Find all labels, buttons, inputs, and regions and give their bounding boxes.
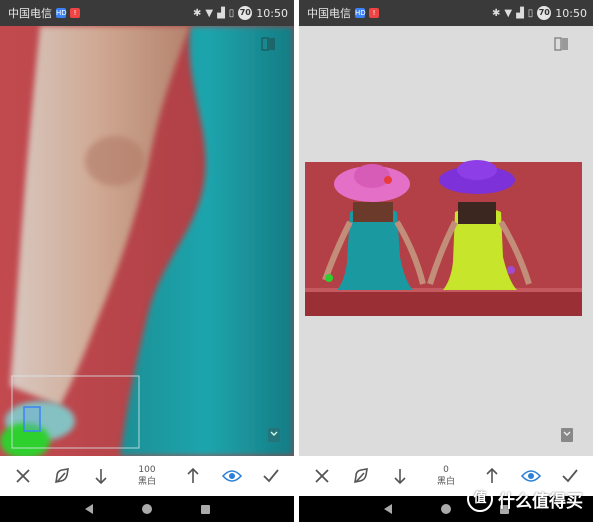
check-icon [562, 469, 578, 483]
toggle-mask-button[interactable] [219, 463, 245, 489]
carrier-label: 中国电信 [8, 7, 52, 20]
brush-button[interactable] [348, 463, 374, 489]
arrow-down-icon [394, 469, 406, 484]
home-icon[interactable] [440, 504, 451, 514]
recents-icon[interactable] [200, 504, 210, 514]
clock: 10:50 [555, 6, 587, 20]
bookmark-icon [268, 428, 280, 442]
battery-icon: 70 [238, 6, 253, 20]
wifi-icon: ▼ [504, 7, 513, 19]
brush-value-display: 100 黑白 [127, 464, 167, 488]
carrier-label: 中国电信 [307, 7, 351, 20]
watermark-logo: 值 [467, 486, 493, 512]
brush-button[interactable] [49, 463, 75, 489]
decrease-button[interactable] [88, 463, 114, 489]
image-viewer-full[interactable] [299, 26, 593, 456]
image-viewer-zoomed[interactable] [0, 26, 294, 456]
battery-icon: 70 [537, 6, 552, 20]
close-icon [315, 469, 329, 483]
hd-icon: HD [56, 8, 67, 18]
check-icon [263, 469, 279, 483]
increase-button[interactable] [180, 463, 206, 489]
status-bar: 中国电信 HD ! ✱ ▼ ▟ ▯ 70 10:50 [0, 0, 294, 26]
arrow-up-icon [486, 468, 498, 483]
brush-value-display: 0 黑白 [426, 464, 466, 488]
bookmark-icon [561, 428, 573, 442]
bluetooth-icon: ✱ [192, 7, 202, 19]
hd-icon: HD [355, 8, 366, 18]
full-photo [299, 26, 593, 456]
phone-right: 中国电信 HD ! ✱ ▼ ▟ ▯ 70 10:50 0 黑白 值 什么值得买 [299, 0, 593, 522]
notification-icon: ! [369, 8, 379, 18]
signal-icon: ▟ [217, 7, 225, 19]
filter-name: 黑白 [436, 477, 455, 487]
signal-icon: ▟ [516, 7, 524, 19]
notification-icon: ! [70, 8, 80, 18]
brush-icon [354, 468, 368, 484]
arrow-up-icon [187, 468, 199, 483]
brush-icon [55, 468, 69, 484]
back-icon[interactable] [84, 504, 93, 514]
zoomed-photo [0, 26, 294, 456]
cancel-button[interactable] [10, 463, 36, 489]
watermark: 值 什么值得买 [467, 486, 583, 512]
clock: 10:50 [256, 6, 288, 20]
wifi-icon: ▼ [205, 7, 214, 19]
eye-icon [222, 470, 242, 482]
home-icon[interactable] [141, 504, 152, 514]
watermark-text: 什么值得买 [498, 491, 583, 512]
brush-value: 0 [443, 465, 449, 475]
decrease-button[interactable] [387, 463, 413, 489]
back-icon[interactable] [383, 504, 392, 514]
status-bar: 中国电信 HD ! ✱ ▼ ▟ ▯ 70 10:50 [299, 0, 593, 26]
close-icon [16, 469, 30, 483]
system-nav-bar [0, 496, 294, 522]
eye-icon [521, 470, 541, 482]
apply-button[interactable] [258, 463, 284, 489]
sim-icon: ▯ [527, 7, 534, 19]
sim-icon: ▯ [228, 7, 235, 19]
edit-toolbar: 100 黑白 [0, 456, 294, 496]
bluetooth-icon: ✱ [491, 7, 501, 19]
phone-left: 中国电信 HD ! ✱ ▼ ▟ ▯ 70 10:50 100 黑白 [0, 0, 294, 522]
brush-value: 100 [138, 465, 156, 475]
filter-name: 黑白 [137, 477, 156, 487]
arrow-down-icon [95, 469, 107, 484]
cancel-button[interactable] [309, 463, 335, 489]
